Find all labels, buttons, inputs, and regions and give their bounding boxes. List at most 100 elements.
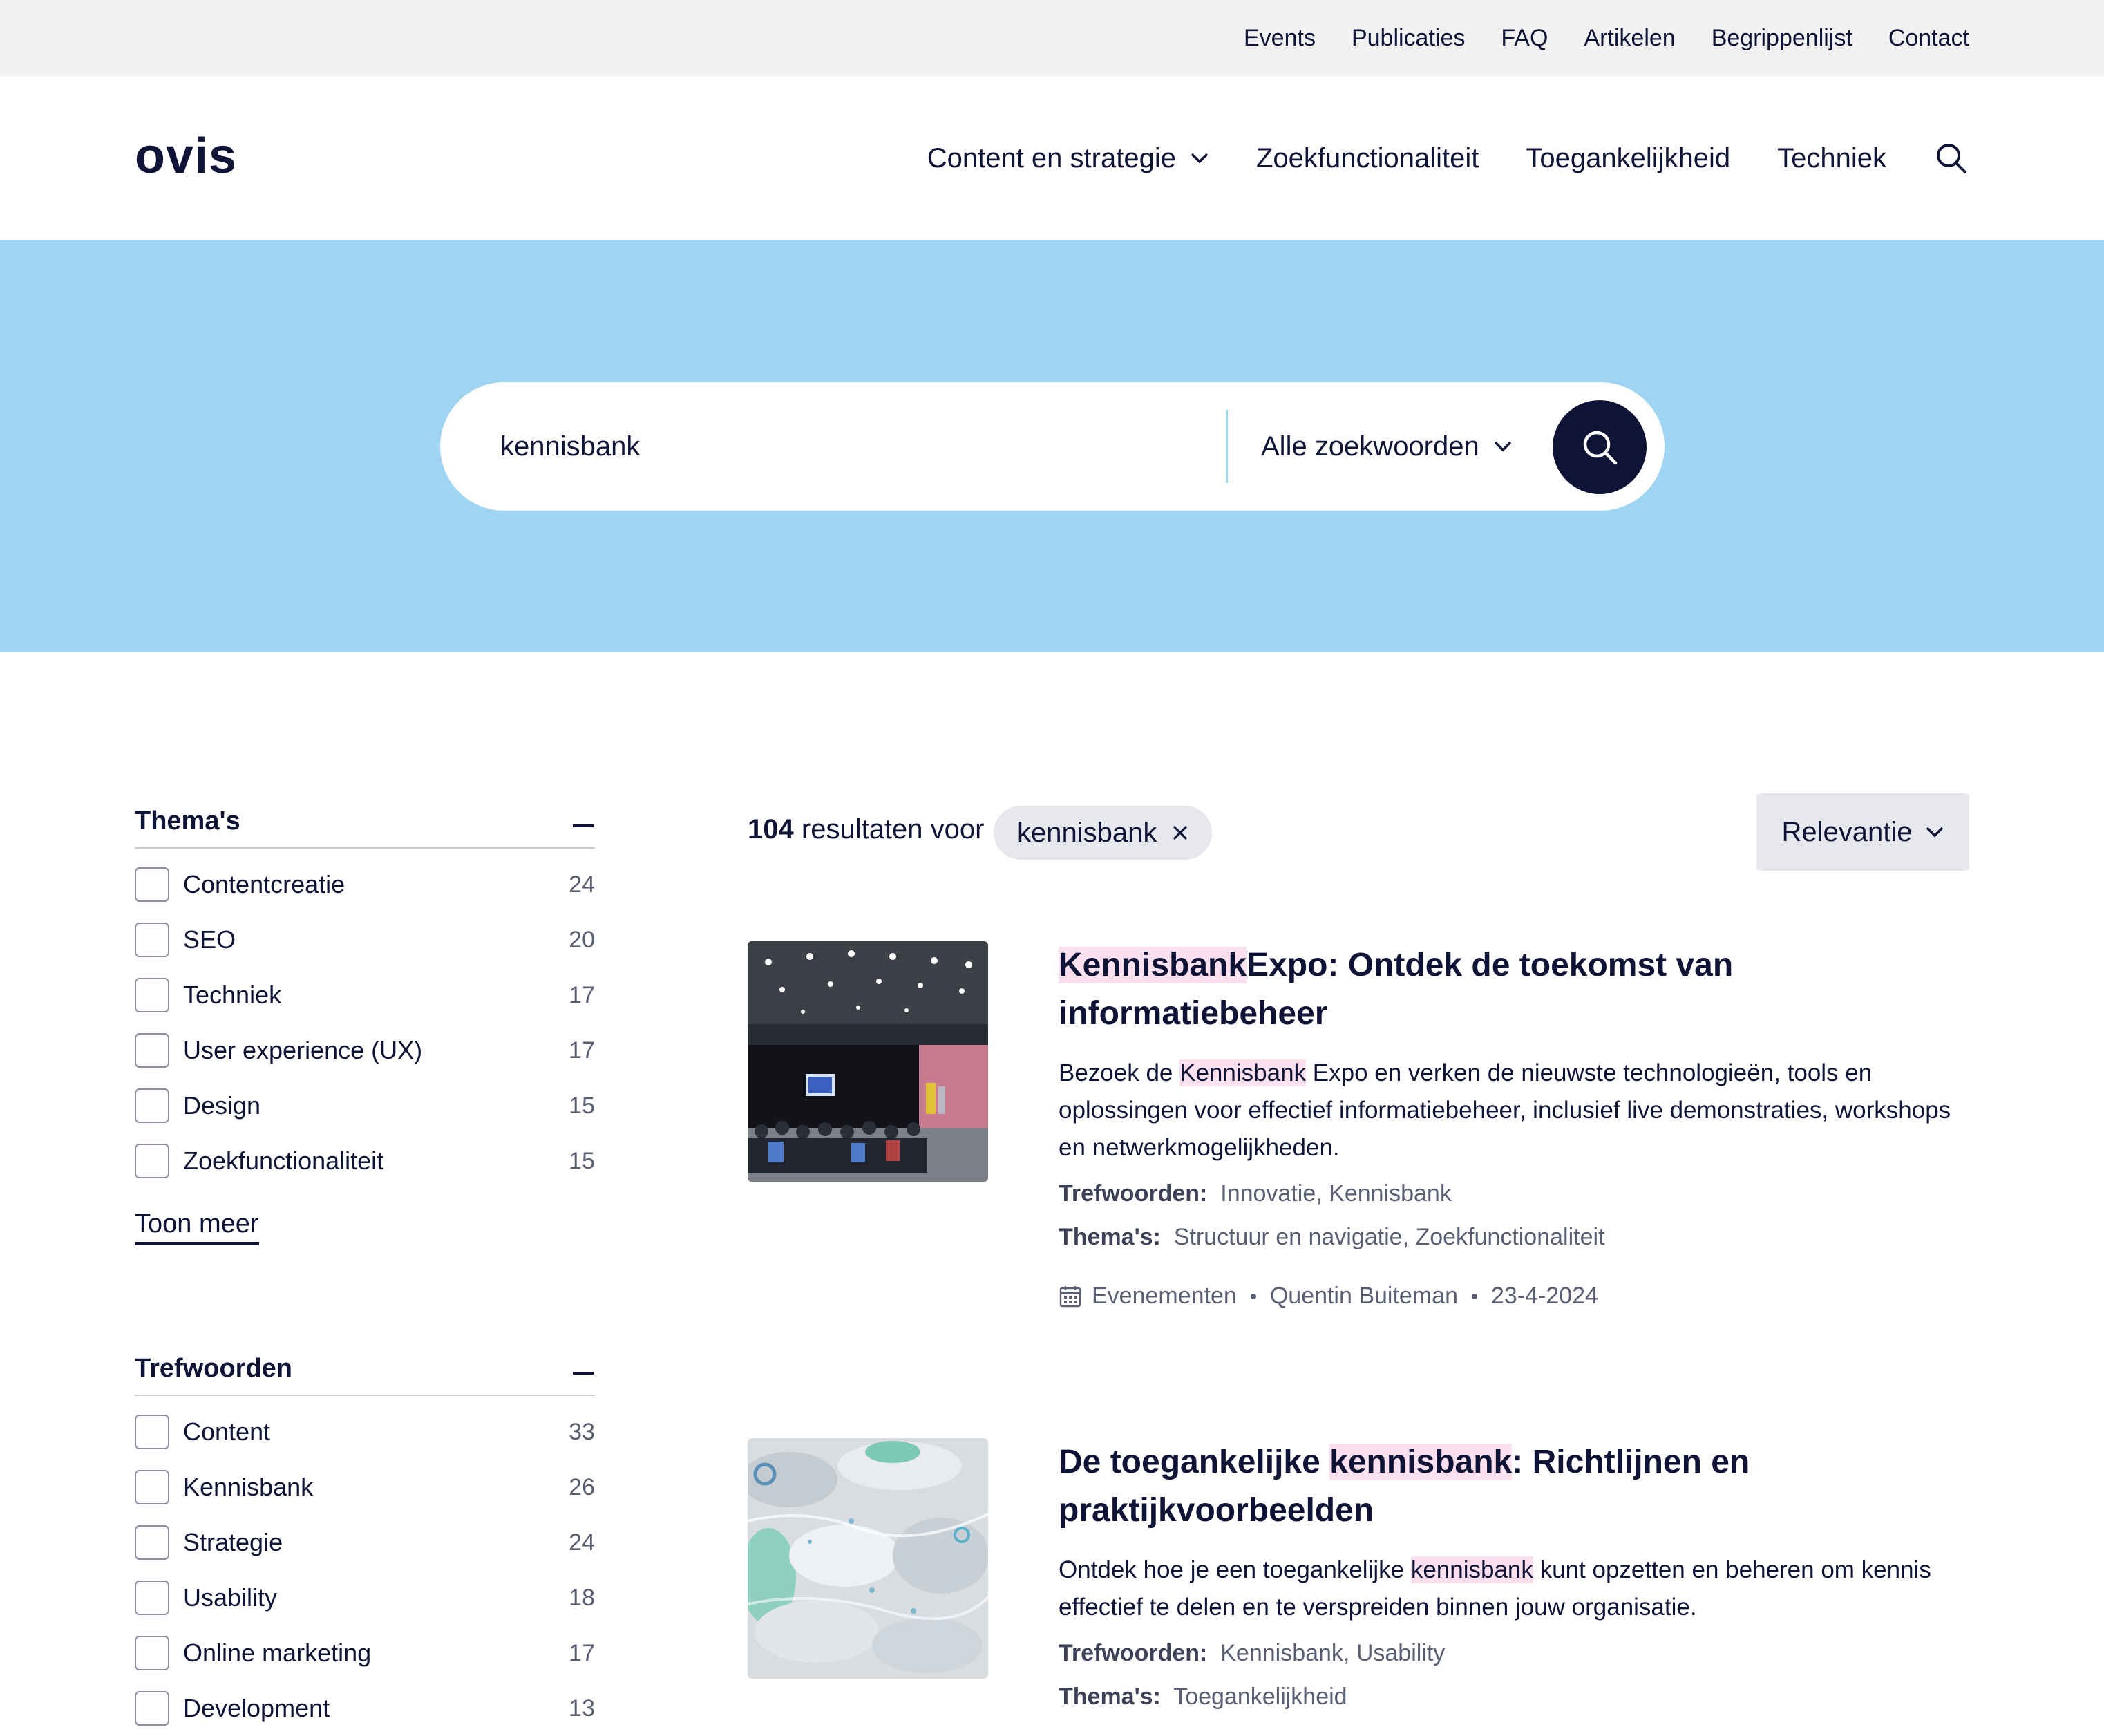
sort-select[interactable]: Relevantie [1756, 793, 1969, 871]
result-author: Quentin Buiteman [1269, 1283, 1458, 1309]
filter-checkbox[interactable] [135, 1470, 169, 1504]
filter-label: Usability [183, 1583, 278, 1612]
filter-checkbox[interactable] [135, 1415, 169, 1449]
highlight: kennisbank [1329, 1444, 1513, 1480]
filter-label: Design [183, 1091, 261, 1120]
themes-label: Thema's: [1059, 1683, 1161, 1710]
plastic-bottles-photo [748, 1438, 988, 1679]
filter-count: 26 [569, 1473, 595, 1500]
query-chip[interactable]: kennisbank [994, 806, 1213, 860]
utility-bar: Events Publicaties FAQ Artikelen Begripp… [0, 0, 2104, 76]
filter-count: 15 [569, 1147, 595, 1174]
filter-count: 17 [569, 1037, 595, 1064]
result-tags: Trefwoorden: Kennisbank, Usability [1059, 1640, 1964, 1667]
result-meta: Trefwoorden: Kennisbank, Usability Thema… [1059, 1640, 1964, 1710]
filter-label: SEO [183, 925, 236, 954]
utility-link-contact[interactable]: Contact [1888, 25, 1969, 52]
filter-label: Contentcreatie [183, 870, 345, 898]
nav-item-techniek[interactable]: Techniek [1777, 143, 1886, 174]
tags-label: Trefwoorden: [1059, 1640, 1208, 1666]
result-tags: Trefwoorden: Innovatie, Kennisbank [1059, 1180, 1964, 1207]
search-submit-button[interactable] [1553, 400, 1647, 494]
filter-option[interactable]: Development 13 [135, 1681, 595, 1736]
themes-label: Thema's: [1059, 1224, 1161, 1250]
filter-option[interactable]: SEO 20 [135, 912, 595, 968]
filter-option[interactable]: Content 33 [135, 1404, 595, 1460]
filter-group-header[interactable]: Thema's [135, 795, 595, 849]
filter-option[interactable]: Techniek 17 [135, 968, 595, 1023]
filter-checkbox[interactable] [135, 1581, 169, 1615]
collapse-icon[interactable] [573, 824, 594, 827]
result-themes: Thema's: Toegankelijkheid [1059, 1683, 1964, 1710]
main-nav: Content en strategie Zoekfunctionaliteit… [927, 76, 1969, 240]
filter-option[interactable]: Usability 18 [135, 1570, 595, 1625]
filter-checkbox[interactable] [135, 1691, 169, 1726]
filter-label: Strategie [183, 1528, 283, 1556]
filter-count: 15 [569, 1092, 595, 1119]
filter-count: 20 [569, 926, 595, 953]
filter-option[interactable]: User experience (UX) 17 [135, 1023, 595, 1078]
desc-text: Ontdek hoe je een toegankelijke [1059, 1556, 1411, 1583]
tags-value: Innovatie, Kennisbank [1220, 1180, 1452, 1207]
utility-nav: Events Publicaties FAQ Artikelen Begripp… [1244, 0, 1969, 76]
filter-option[interactable]: Contentcreatie 24 [135, 857, 595, 912]
filter-group-trefwoorden: Trefwoorden Content 33 Kennisbank 26 Strat… [135, 1342, 595, 1736]
filter-option[interactable]: Strategie 24 [135, 1515, 595, 1570]
separator-dot [1471, 1293, 1477, 1299]
filter-count: 17 [569, 981, 595, 1008]
nav-item-toegankelijkheid[interactable]: Toegankelijkheid [1526, 143, 1730, 174]
filter-checkbox[interactable] [135, 1525, 169, 1560]
results-count-text: resultaten voor [801, 814, 985, 845]
chevron-down-icon [1494, 441, 1511, 452]
chevron-down-icon [1191, 153, 1209, 164]
desc-text: Bezoek de [1059, 1059, 1180, 1086]
utility-link-artikelen[interactable]: Artikelen [1584, 25, 1675, 52]
search-input[interactable] [499, 415, 1204, 478]
filter-label: Zoekfunctionaliteit [183, 1147, 384, 1175]
filter-option[interactable]: Kennisbank 26 [135, 1460, 595, 1515]
close-icon[interactable] [1172, 824, 1188, 841]
filter-group-title: Trefwoorden [135, 1353, 293, 1383]
filter-checkbox[interactable] [135, 1636, 169, 1670]
logo[interactable]: ovis [135, 131, 237, 181]
highlight: kennisbank [1410, 1556, 1533, 1583]
filter-label: User experience (UX) [183, 1036, 423, 1064]
show-more-link[interactable]: Toon meer [135, 1209, 259, 1245]
filter-checkbox[interactable] [135, 1088, 169, 1123]
result-title[interactable]: De toegankelijke kennisbank: Richtlijnen… [1059, 1438, 1964, 1535]
filter-group-themas: Thema's Contentcreatie 24 SEO 20 Techniek 1… [135, 795, 595, 1245]
conference-photo [748, 941, 988, 1182]
header-search-button[interactable] [1933, 140, 1969, 176]
collapse-icon[interactable] [573, 1372, 594, 1375]
filter-count: 13 [569, 1695, 595, 1721]
result-thumbnail[interactable] [748, 1438, 988, 1679]
filter-option[interactable]: Online marketing 17 [135, 1625, 595, 1681]
nav-item-content-en-strategie[interactable]: Content en strategie [927, 143, 1209, 174]
search-mode-select[interactable]: Alle zoekwoorden [1261, 382, 1513, 511]
filter-checkbox[interactable] [135, 1144, 169, 1178]
filter-group-header[interactable]: Trefwoorden [135, 1342, 595, 1396]
highlight: Kennisbank [1059, 947, 1247, 983]
filter-option[interactable]: Design 15 [135, 1078, 595, 1133]
filter-count: 24 [569, 871, 595, 898]
utility-link-faq[interactable]: FAQ [1501, 25, 1548, 52]
utility-link-begrippenlijst[interactable]: Begrippenlijst [1712, 25, 1852, 52]
filter-checkbox[interactable] [135, 867, 169, 902]
result-date: 23-4-2024 [1490, 1283, 1598, 1309]
result-title[interactable]: KennisbankExpo: Ontdek de toekomst van i… [1059, 941, 1964, 1038]
utility-link-events[interactable]: Events [1244, 25, 1316, 52]
result-body: KennisbankExpo: Ontdek de toekomst van i… [1059, 941, 1964, 1310]
utility-link-publicaties[interactable]: Publicaties [1352, 25, 1465, 52]
filter-label: Development [183, 1694, 330, 1722]
search-mode-label: Alle zoekwoorden [1261, 431, 1479, 462]
filter-label: Techniek [183, 981, 282, 1009]
filter-checkbox[interactable] [135, 978, 169, 1012]
filter-count: 17 [569, 1639, 595, 1666]
filter-option[interactable]: Zoekfunctionaliteit 15 [135, 1133, 595, 1189]
filter-checkbox[interactable] [135, 1033, 169, 1068]
nav-item-zoekfunctionaliteit[interactable]: Zoekfunctionaliteit [1256, 143, 1479, 174]
result-thumbnail[interactable] [748, 941, 988, 1182]
results-count: 104 resultaten voor [748, 814, 984, 845]
filter-checkbox[interactable] [135, 923, 169, 957]
filter-count: 18 [569, 1584, 595, 1611]
